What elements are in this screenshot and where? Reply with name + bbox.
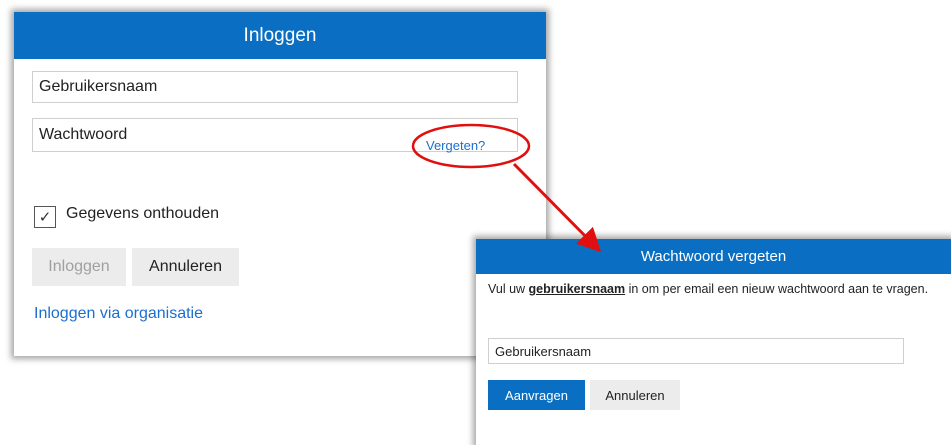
login-dialog-title: Inloggen — [243, 24, 317, 46]
forgot-dialog-title: Wachtwoord vergeten — [640, 248, 787, 265]
forgot-cancel-button[interactable]: Annuleren — [590, 380, 680, 410]
username-input[interactable] — [32, 71, 518, 103]
forgot-password-dialog: Wachtwoord vergeten Vul uw gebruikersnaa… — [476, 239, 951, 445]
forgot-username-input[interactable] — [488, 338, 904, 364]
forgot-password-link[interactable]: Vergeten? — [426, 138, 485, 153]
description-text-end: in om per email een nieuw wachtwoord aan… — [625, 282, 929, 296]
forgot-dialog-header: Wachtwoord vergeten — [476, 239, 951, 274]
org-login-link[interactable]: Inloggen via organisatie — [34, 305, 203, 323]
login-dialog: Inloggen Vergeten? ✓ Gegevens onthouden … — [14, 12, 546, 356]
login-button[interactable]: Inloggen — [32, 248, 126, 286]
remember-me-checkbox[interactable]: ✓ — [34, 206, 56, 228]
request-button[interactable]: Aanvragen — [488, 380, 585, 410]
forgot-dialog-description: Vul uw gebruikersnaam in om per email ee… — [488, 279, 948, 299]
remember-me-label[interactable]: Gegevens onthouden — [66, 205, 219, 223]
description-text-start: Vul uw — [488, 282, 529, 296]
cancel-button[interactable]: Annuleren — [132, 248, 239, 286]
check-icon: ✓ — [38, 209, 52, 226]
description-username-emphasis: gebruikersnaam — [528, 282, 626, 296]
login-dialog-header: Inloggen — [14, 12, 546, 59]
